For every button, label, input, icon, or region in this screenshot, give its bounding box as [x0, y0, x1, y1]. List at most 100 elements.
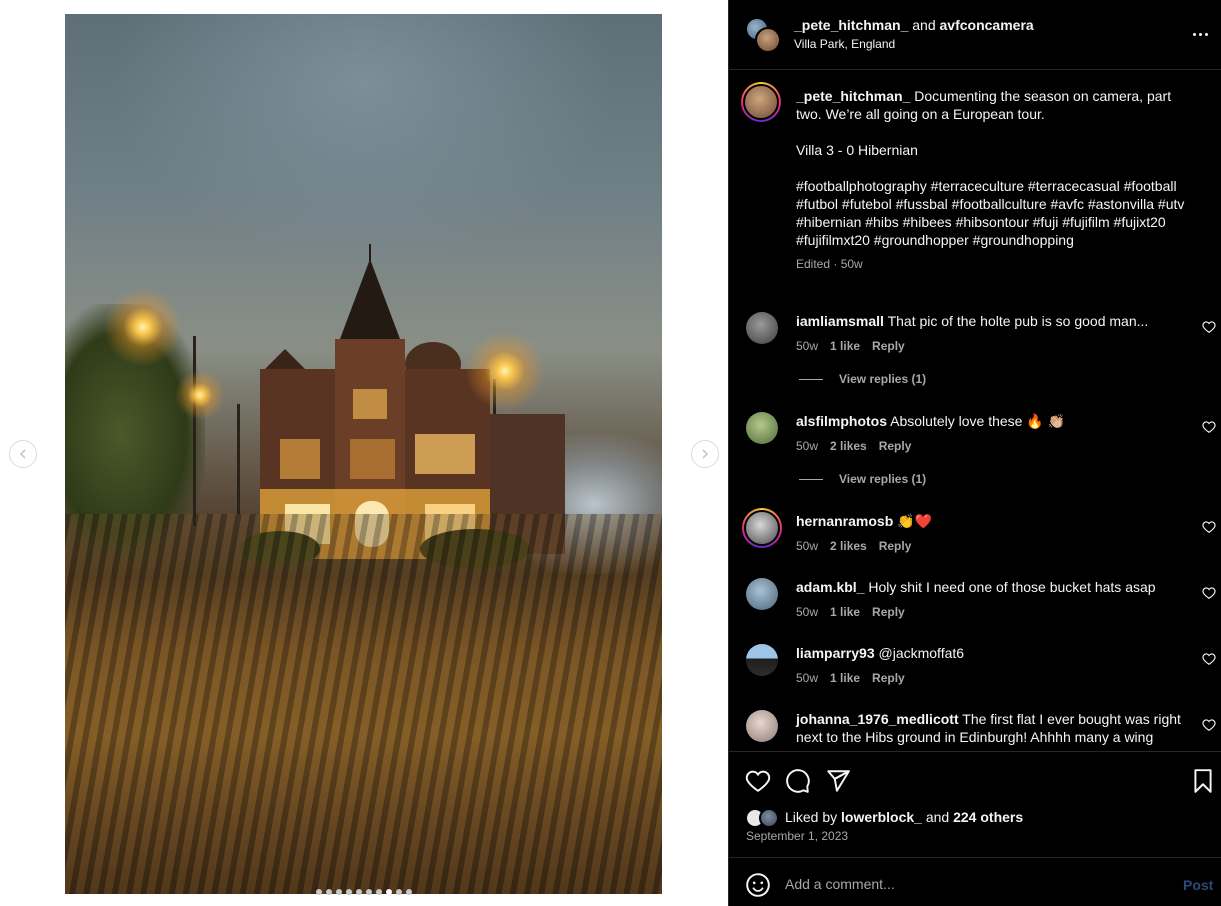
comment-username[interactable]: alsfilmphotos [796, 413, 887, 429]
heart-icon[interactable] [745, 768, 771, 794]
replies-divider [799, 478, 823, 480]
comment-reply-button[interactable]: Reply [879, 439, 912, 453]
avatar[interactable] [746, 644, 778, 676]
carousel-dot [356, 889, 362, 895]
avatar[interactable] [746, 412, 778, 444]
bookmark-icon[interactable] [1190, 768, 1216, 794]
liked-by-avatars[interactable] [745, 808, 781, 828]
comment-input[interactable] [785, 873, 1165, 895]
post-location[interactable]: Villa Park, England [794, 37, 895, 51]
chevron-right-icon [702, 449, 709, 459]
collab-avatars[interactable] [745, 17, 781, 53]
comment-body: Absolutely love these 🔥 👏🏼 [890, 413, 1066, 429]
comment-reply-button[interactable]: Reply [872, 605, 905, 619]
comment-username[interactable]: iamliamsmall [796, 313, 884, 329]
avatar[interactable] [746, 312, 778, 344]
comment-likes[interactable]: 1 like [830, 671, 860, 685]
carousel-dot [326, 889, 332, 895]
more-dot [1192, 32, 1196, 36]
comment-text: adam.kbl_ Holy shit I need one of those … [796, 578, 1186, 596]
carousel-dot [396, 889, 402, 895]
comment-reply-button[interactable]: Reply [872, 339, 905, 353]
carousel-dot [336, 889, 342, 895]
caption-author-avatar[interactable] [741, 82, 781, 122]
post-authors: _pete_hitchman_ and avfconcamera [794, 17, 1034, 33]
avatar [759, 808, 779, 828]
view-replies-button[interactable]: View replies (1) [799, 472, 926, 486]
photo-street-lamp [103, 287, 183, 367]
comment-likes[interactable]: 1 like [830, 605, 860, 619]
comment-text: hernanramosb 👏❤️ [796, 512, 1186, 530]
post-comment-button[interactable]: Post [1183, 877, 1213, 893]
avatar [744, 510, 780, 546]
heart-icon[interactable] [1202, 586, 1216, 600]
comment-username[interactable]: adam.kbl_ [796, 579, 864, 595]
liked-by-user[interactable]: lowerblock_ [841, 809, 922, 825]
comment-likes[interactable]: 2 likes [830, 539, 867, 553]
caption-hashtags[interactable]: #footballphotography #terraceculture #te… [796, 177, 1196, 249]
post-photo[interactable] [65, 14, 662, 894]
comment-text: johanna_1976_medlicott The first flat I … [796, 710, 1186, 746]
comment-meta: 50w 1 like Reply [796, 671, 905, 685]
view-replies-label: View replies (1) [839, 372, 927, 386]
comment-body: That pic of the holte pub is so good man… [887, 313, 1149, 329]
caption-age: 50w [840, 257, 863, 271]
emoji-icon[interactable] [745, 872, 771, 898]
heart-icon[interactable] [1202, 320, 1216, 334]
carousel-dot [316, 889, 322, 895]
comment-meta: 50w 2 likes Reply [796, 539, 911, 553]
heart-icon[interactable] [1202, 718, 1216, 732]
photo-lamp-post [193, 336, 196, 526]
author-username[interactable]: _pete_hitchman_ [794, 17, 908, 33]
comment-age: 50w [796, 605, 819, 619]
view-replies-button[interactable]: View replies (1) [799, 372, 926, 386]
comment-age: 50w [796, 671, 819, 685]
post-date[interactable]: September 1, 2023 [746, 829, 848, 843]
heart-icon[interactable] [1202, 420, 1216, 434]
comment-likes[interactable]: 1 like [830, 339, 860, 353]
comment-body: @jackmoffat6 [878, 645, 965, 661]
comment-meta: 50w 2 likes Reply [796, 439, 911, 453]
more-dot [1204, 32, 1208, 36]
comment-username[interactable]: hernanramosb [796, 513, 893, 529]
carousel-indicator [316, 889, 412, 895]
comment-text: liamparry93 @jackmoffat6 [796, 644, 1186, 662]
carousel-dot [406, 889, 412, 895]
comment-reply-button[interactable]: Reply [879, 539, 912, 553]
avatar [743, 84, 779, 120]
comment-reply-button[interactable]: Reply [872, 671, 905, 685]
comment-age: 50w [796, 539, 819, 553]
heart-icon[interactable] [1202, 652, 1216, 666]
avatar[interactable] [746, 710, 778, 742]
avatar[interactable] [746, 578, 778, 610]
next-media-button[interactable] [691, 440, 719, 468]
comment-meta: 50w 1 like Reply [796, 339, 905, 353]
comment-icon[interactable] [785, 768, 811, 794]
story-ring-avatar[interactable] [742, 508, 782, 548]
post-caption: _pete_hitchman_ Documenting the season o… [796, 87, 1196, 273]
carousel-dot [366, 889, 372, 895]
comments-scroll-area[interactable]: _pete_hitchman_ Documenting the season o… [729, 71, 1221, 751]
caption-username[interactable]: _pete_hitchman_ [796, 88, 910, 104]
comment-age: 50w [796, 439, 819, 453]
share-icon[interactable] [825, 768, 851, 794]
comment-likes[interactable]: 2 likes [830, 439, 867, 453]
comment-username[interactable]: liamparry93 [796, 645, 875, 661]
carousel-dot [346, 889, 352, 895]
carousel-dot [386, 889, 392, 895]
collab-username[interactable]: avfconcamera [940, 17, 1034, 33]
comment-username[interactable]: johanna_1976_medlicott [796, 711, 959, 727]
comment-body: 👏❤️ [897, 513, 933, 529]
photo-street-lamp [465, 331, 545, 411]
caption-meta: Edited · 50w [796, 257, 863, 271]
liked-by-others[interactable]: 224 others [953, 809, 1023, 825]
liked-by-and: and [925, 809, 950, 825]
view-replies-label: View replies (1) [839, 472, 927, 486]
photo-crowd-motion-blur [65, 514, 662, 894]
comment-age: 50w [796, 339, 819, 353]
more-options-button[interactable] [1189, 26, 1211, 42]
comment-body: Holy shit I need one of those bucket hat… [868, 579, 1156, 595]
previous-media-button[interactable] [9, 440, 37, 468]
edited-label: Edited [796, 257, 831, 271]
heart-icon[interactable] [1202, 520, 1216, 534]
